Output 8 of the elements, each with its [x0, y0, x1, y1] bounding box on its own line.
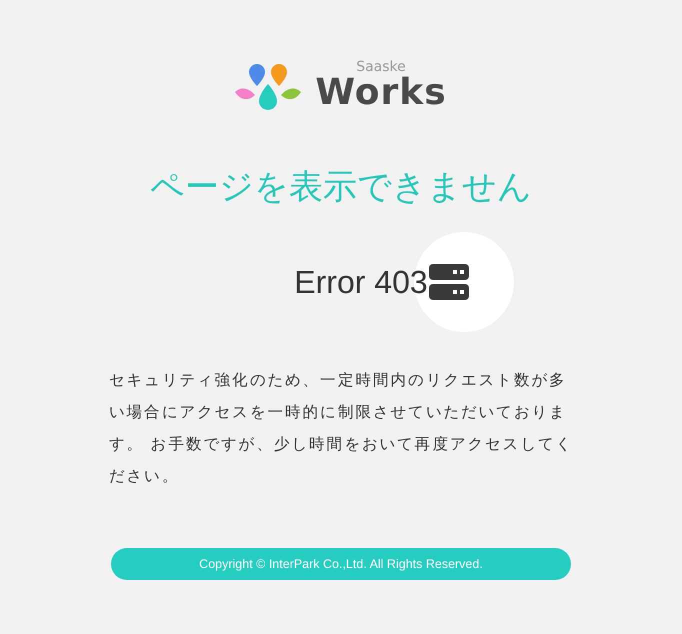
server-icon [428, 264, 469, 300]
page-heading: ページを表示できません [150, 166, 532, 209]
logo-icon [235, 62, 304, 112]
error-code: Error 403 [294, 264, 428, 300]
logo-wordmark: Works [315, 74, 447, 112]
logo-subtitle: Saaske [356, 60, 406, 74]
error-message: セキュリティ強化のため、一定時間内のリクエスト数が多い場合にアクセスを一時的に制限させていただいております。 お手数ですが、少し時間をおいて再度アクセスしてください。 [109, 370, 574, 487]
copyright-text: Copyright © InterPark Co.,Ltd. All Rights Reserved. [199, 557, 483, 571]
